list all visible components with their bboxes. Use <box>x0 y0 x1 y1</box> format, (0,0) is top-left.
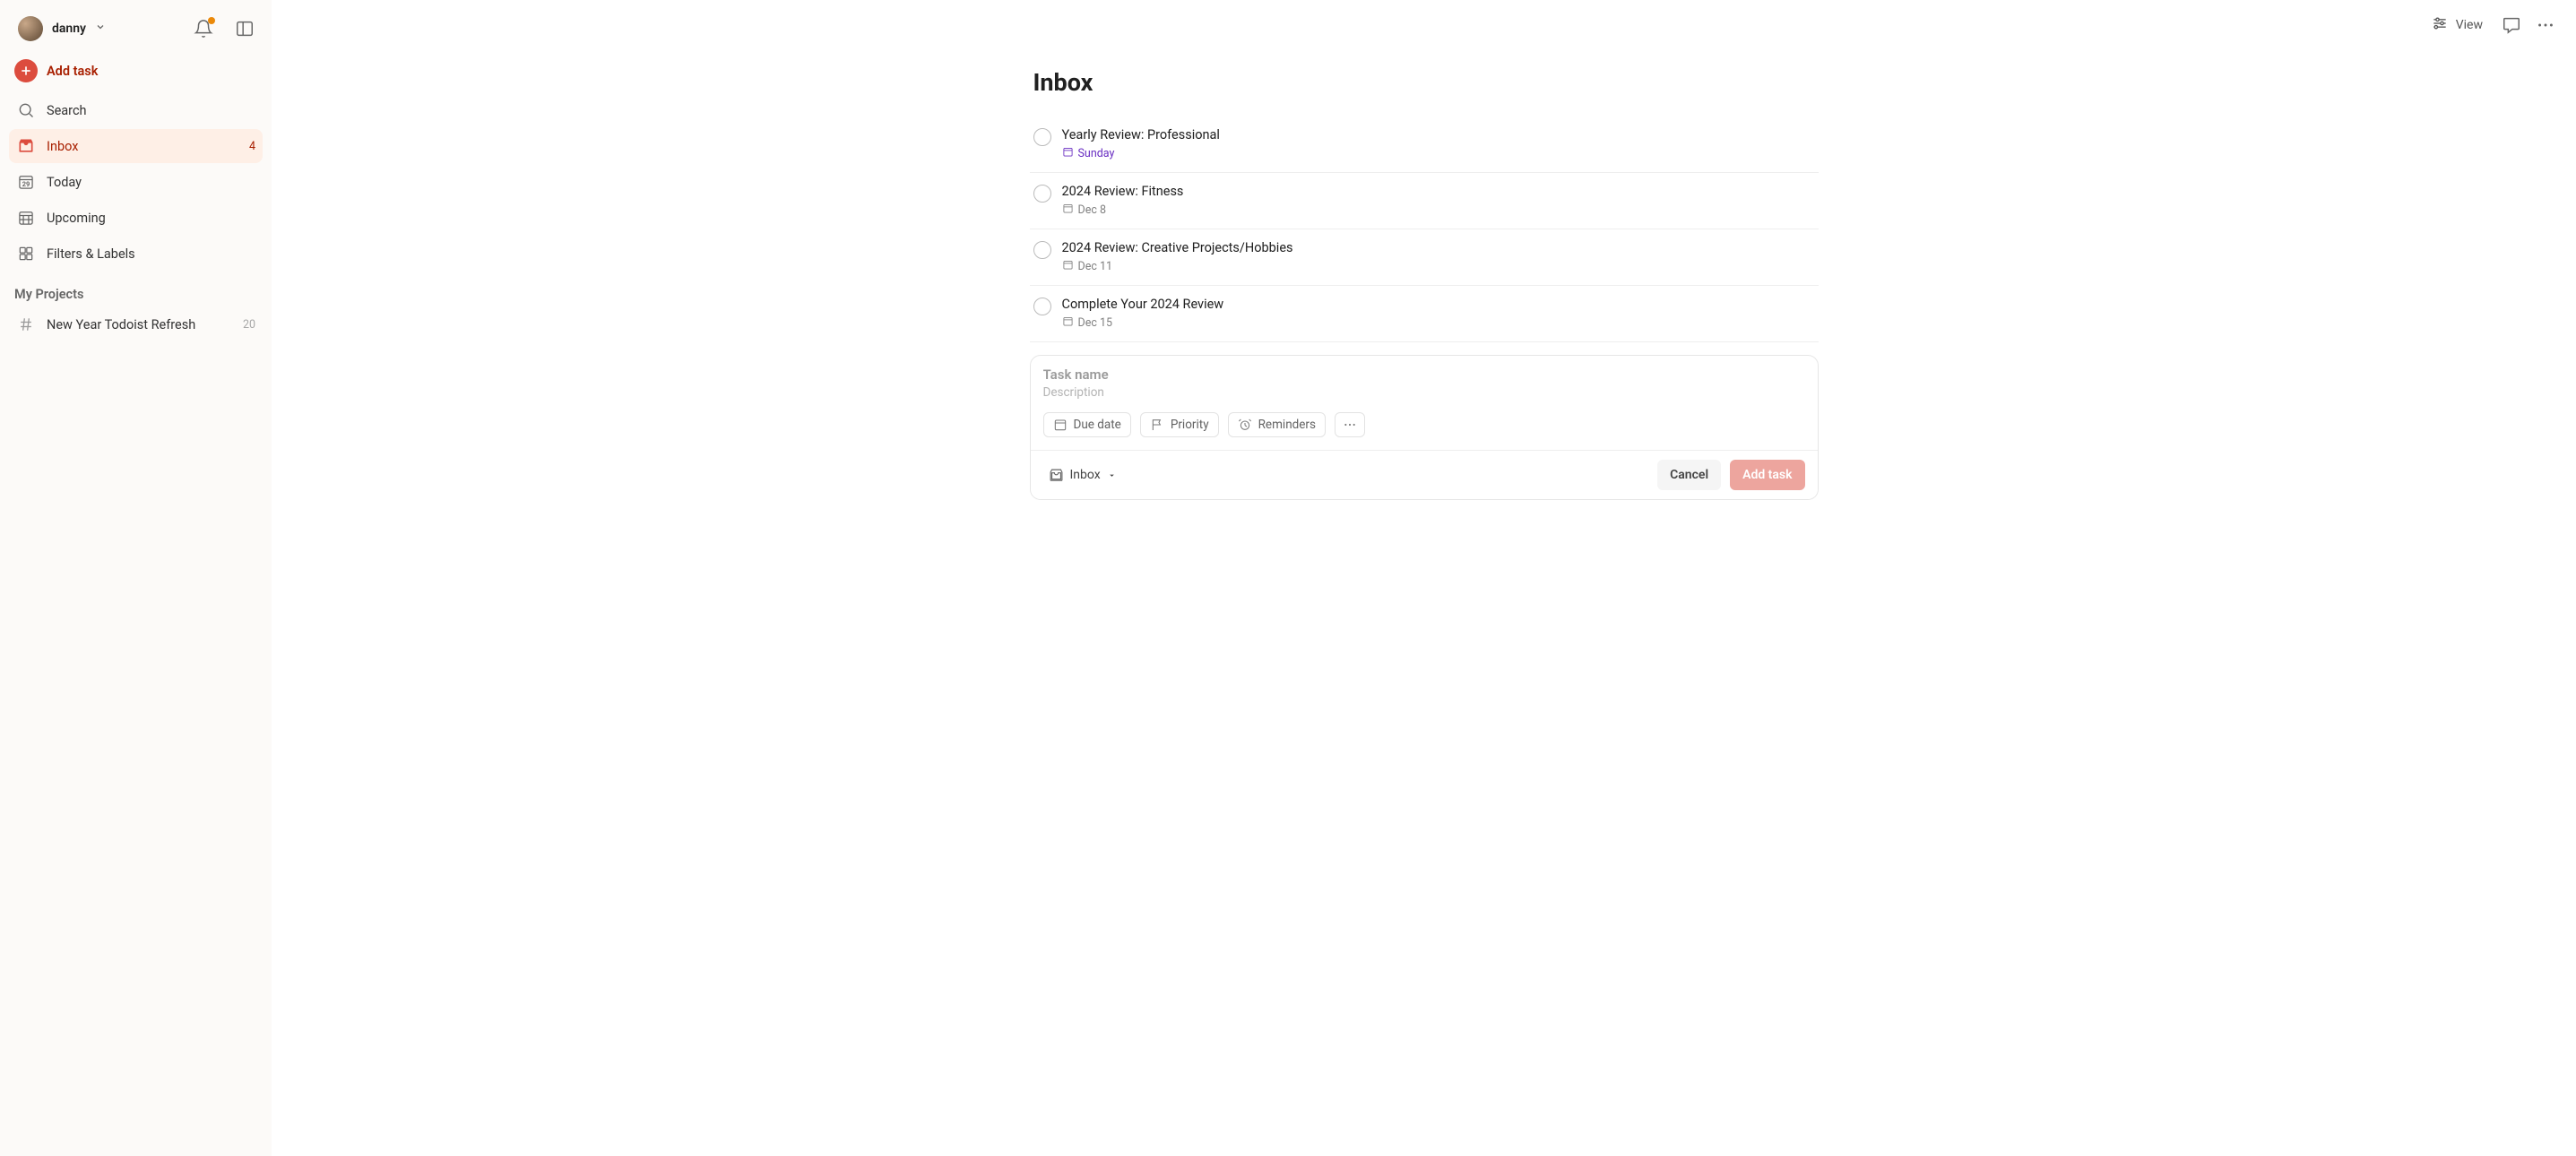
avatar <box>18 16 43 41</box>
inbox-icon <box>16 136 36 156</box>
calendar-today-icon: 29 <box>16 172 36 192</box>
task-name-input[interactable] <box>1043 367 1805 383</box>
hash-icon <box>16 315 36 334</box>
nav-label: Upcoming <box>47 211 106 226</box>
project-count: 20 <box>243 318 255 332</box>
project-label: New Year Todoist Refresh <box>47 317 195 332</box>
calendar-icon <box>1062 203 1074 218</box>
projects-header[interactable]: My Projects <box>9 272 263 307</box>
user-menu[interactable]: danny <box>14 13 109 45</box>
add-task-label: Add task <box>47 64 98 79</box>
more-options-chip[interactable] <box>1335 412 1365 437</box>
nav-inbox[interactable]: Inbox 4 <box>9 129 263 163</box>
task-date: Sunday <box>1062 146 1815 161</box>
task-row[interactable]: Yearly Review: Professional Sunday <box>1030 116 1819 173</box>
chip-label: Due date <box>1074 418 1121 432</box>
sidebar-header: danny <box>9 9 263 54</box>
task-checkbox[interactable] <box>1033 298 1051 315</box>
notification-dot-icon <box>208 17 215 24</box>
task-date-text: Dec 15 <box>1078 316 1113 330</box>
view-button[interactable]: View <box>2424 9 2490 41</box>
project-selector[interactable]: Inbox <box>1043 464 1122 487</box>
main: View Inbox Yearly Review: Professional Su… <box>272 0 2576 1156</box>
search-icon <box>16 100 36 120</box>
task-body: Complete Your 2024 Review Dec 15 <box>1062 297 1815 331</box>
chip-row: Due date Priority Reminders <box>1043 412 1805 437</box>
add-task-submit-button[interactable]: Add task <box>1730 460 1804 490</box>
calendar-icon <box>1062 315 1074 331</box>
chip-label: Priority <box>1171 418 1209 432</box>
description-input[interactable] <box>1043 385 1805 400</box>
calendar-upcoming-icon <box>16 208 36 228</box>
task-checkbox[interactable] <box>1033 128 1051 146</box>
project-label: Inbox <box>1070 468 1101 482</box>
content: Inbox Yearly Review: Professional Sunday 2… <box>1030 50 1819 536</box>
task-row[interactable]: Complete Your 2024 Review Dec 15 <box>1030 286 1819 342</box>
svg-text:29: 29 <box>22 180 30 188</box>
task-body: 2024 Review: Fitness Dec 8 <box>1062 184 1815 218</box>
chevron-down-icon <box>95 22 106 36</box>
page-title: Inbox <box>1030 68 1819 116</box>
nav-label: Today <box>47 175 82 190</box>
more-button[interactable] <box>2533 13 2558 38</box>
calendar-icon <box>1062 259 1074 274</box>
topbar: View <box>272 0 2576 50</box>
task-date: Dec 15 <box>1062 315 1815 331</box>
priority-chip[interactable]: Priority <box>1140 412 1219 437</box>
nav-filters[interactable]: Filters & Labels <box>9 237 263 271</box>
view-label: View <box>2456 18 2483 32</box>
comments-button[interactable] <box>2499 13 2524 38</box>
sidebar-toggle-button[interactable] <box>232 16 257 41</box>
calendar-icon <box>1062 146 1074 161</box>
task-date-text: Dec 11 <box>1078 260 1113 273</box>
task-body: 2024 Review: Creative Projects/Hobbies De… <box>1062 240 1815 274</box>
task-list: Yearly Review: Professional Sunday 2024 Re… <box>1030 116 1819 342</box>
task-title: 2024 Review: Creative Projects/Hobbies <box>1062 240 1815 255</box>
nav-upcoming[interactable]: Upcoming <box>9 201 263 235</box>
task-date: Dec 11 <box>1062 259 1815 274</box>
nav-search[interactable]: Search <box>9 93 263 127</box>
task-title: 2024 Review: Fitness <box>1062 184 1815 199</box>
username: danny <box>52 22 86 36</box>
task-row[interactable]: 2024 Review: Fitness Dec 8 <box>1030 173 1819 229</box>
nav-label: Search <box>47 103 87 118</box>
task-title: Yearly Review: Professional <box>1062 127 1815 142</box>
notifications-button[interactable] <box>191 16 216 41</box>
plus-icon <box>14 59 38 82</box>
sidebar: danny Add task Search I <box>0 0 272 1156</box>
task-body: Yearly Review: Professional Sunday <box>1062 127 1815 161</box>
add-task-button[interactable]: Add task <box>9 54 263 88</box>
editor-body: Due date Priority Reminders <box>1031 356 1818 450</box>
cancel-button[interactable]: Cancel <box>1657 460 1721 490</box>
task-editor: Due date Priority Reminders <box>1030 355 1819 500</box>
task-date-text: Dec 8 <box>1078 203 1107 217</box>
nav-count: 4 <box>249 140 255 153</box>
task-date: Dec 8 <box>1062 203 1815 218</box>
editor-actions: Cancel Add task <box>1657 460 1804 490</box>
nav-label: Filters & Labels <box>47 246 135 262</box>
grid-icon <box>16 244 36 263</box>
task-checkbox[interactable] <box>1033 241 1051 259</box>
task-row[interactable]: 2024 Review: Creative Projects/Hobbies De… <box>1030 229 1819 286</box>
project-item[interactable]: New Year Todoist Refresh 20 <box>9 307 263 341</box>
task-checkbox[interactable] <box>1033 185 1051 203</box>
task-title: Complete Your 2024 Review <box>1062 297 1815 312</box>
editor-footer: Inbox Cancel Add task <box>1031 450 1818 499</box>
sidebar-header-icons <box>191 16 257 41</box>
due-date-chip[interactable]: Due date <box>1043 412 1131 437</box>
caret-down-icon <box>1107 470 1117 480</box>
chip-label: Reminders <box>1258 418 1316 432</box>
nav-label: Inbox <box>47 139 78 154</box>
task-date-text: Sunday <box>1078 147 1115 160</box>
sliders-icon <box>2431 14 2449 36</box>
reminders-chip[interactable]: Reminders <box>1228 412 1326 437</box>
nav-today[interactable]: 29 Today <box>9 165 263 199</box>
